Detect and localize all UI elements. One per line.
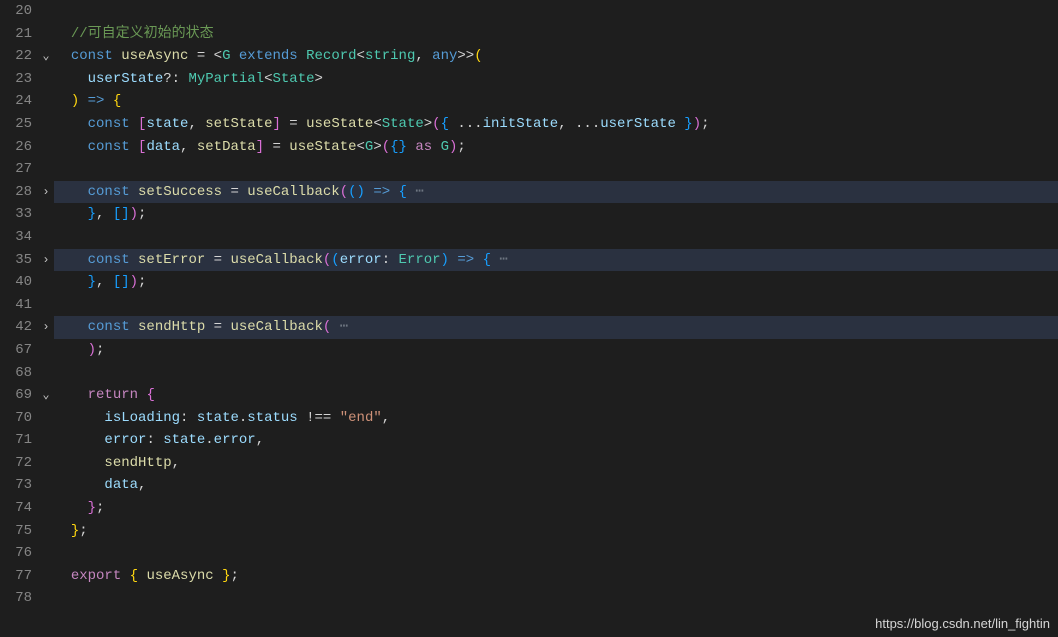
code-content[interactable]: const setError = useCallback((error: Err…: [54, 249, 1058, 272]
line-number: 28: [0, 181, 38, 204]
code-content[interactable]: }, []);: [54, 271, 1058, 294]
code-line[interactable]: 71 error: state.error,: [0, 429, 1058, 452]
line-number: 68: [0, 362, 38, 385]
line-number: 24: [0, 90, 38, 113]
code-content[interactable]: export { useAsync };: [54, 565, 1058, 588]
code-line[interactable]: 42› const sendHttp = useCallback( ⋯: [0, 316, 1058, 339]
code-line[interactable]: 25 const [state, setState] = useState<St…: [0, 113, 1058, 136]
line-number: 76: [0, 542, 38, 565]
line-number: 23: [0, 68, 38, 91]
code-content[interactable]: userState?: MyPartial<State>: [54, 68, 1058, 91]
chevron-down-icon[interactable]: ⌄: [38, 384, 54, 407]
code-content[interactable]: //可自定义初始的状态: [54, 23, 1058, 46]
code-line[interactable]: 78: [0, 587, 1058, 610]
code-content[interactable]: }, []);: [54, 203, 1058, 226]
line-number: 33: [0, 203, 38, 226]
chevron-right-icon[interactable]: ›: [38, 181, 54, 204]
code-line[interactable]: 27: [0, 158, 1058, 181]
code-line[interactable]: 20: [0, 0, 1058, 23]
line-number: 41: [0, 294, 38, 317]
chevron-down-icon[interactable]: ⌄: [38, 45, 54, 68]
chevron-right-icon[interactable]: ›: [38, 249, 54, 272]
code-line[interactable]: 22⌄ const useAsync = <G extends Record<s…: [0, 45, 1058, 68]
watermark-text: https://blog.csdn.net/lin_fightin: [875, 616, 1050, 631]
code-line[interactable]: 68: [0, 362, 1058, 385]
code-line[interactable]: 77 export { useAsync };: [0, 565, 1058, 588]
line-number: 34: [0, 226, 38, 249]
line-number: 78: [0, 587, 38, 610]
code-content[interactable]: };: [54, 520, 1058, 543]
code-content[interactable]: const sendHttp = useCallback( ⋯: [54, 316, 1058, 339]
code-line[interactable]: 28› const setSuccess = useCallback(() =>…: [0, 181, 1058, 204]
code-editor[interactable]: 2021 //可自定义初始的状态22⌄ const useAsync = <G …: [0, 0, 1058, 637]
code-content[interactable]: );: [54, 339, 1058, 362]
line-number: 40: [0, 271, 38, 294]
code-line[interactable]: 41: [0, 294, 1058, 317]
line-number: 69: [0, 384, 38, 407]
line-number: 70: [0, 407, 38, 430]
code-content[interactable]: return {: [54, 384, 1058, 407]
line-number: 26: [0, 136, 38, 159]
line-number: 75: [0, 520, 38, 543]
code-line[interactable]: 70 isLoading: state.status !== "end",: [0, 407, 1058, 430]
code-line[interactable]: 23 userState?: MyPartial<State>: [0, 68, 1058, 91]
line-number: 77: [0, 565, 38, 588]
code-content[interactable]: const setSuccess = useCallback(() => { ⋯: [54, 181, 1058, 204]
code-line[interactable]: 67 );: [0, 339, 1058, 362]
code-line[interactable]: 69⌄ return {: [0, 384, 1058, 407]
code-line[interactable]: 72 sendHttp,: [0, 452, 1058, 475]
line-number: 67: [0, 339, 38, 362]
code-content[interactable]: const [state, setState] = useState<State…: [54, 113, 1058, 136]
code-line[interactable]: 26 const [data, setData] = useState<G>({…: [0, 136, 1058, 159]
code-line[interactable]: 73 data,: [0, 474, 1058, 497]
line-number: 71: [0, 429, 38, 452]
line-number: 21: [0, 23, 38, 46]
line-number: 35: [0, 249, 38, 272]
code-content[interactable]: error: state.error,: [54, 429, 1058, 452]
code-line[interactable]: 21 //可自定义初始的状态: [0, 23, 1058, 46]
line-number: 27: [0, 158, 38, 181]
code-content[interactable]: const useAsync = <G extends Record<strin…: [54, 45, 1058, 68]
code-content[interactable]: };: [54, 497, 1058, 520]
code-line[interactable]: 35› const setError = useCallback((error:…: [0, 249, 1058, 272]
chevron-right-icon[interactable]: ›: [38, 316, 54, 339]
line-number: 42: [0, 316, 38, 339]
code-content[interactable]: data,: [54, 474, 1058, 497]
line-number: 20: [0, 0, 38, 23]
code-line[interactable]: 24 ) => {: [0, 90, 1058, 113]
code-content[interactable]: ) => {: [54, 90, 1058, 113]
code-line[interactable]: 33 }, []);: [0, 203, 1058, 226]
code-line[interactable]: 76: [0, 542, 1058, 565]
code-line[interactable]: 34: [0, 226, 1058, 249]
code-line[interactable]: 40 }, []);: [0, 271, 1058, 294]
line-number: 74: [0, 497, 38, 520]
code-line[interactable]: 74 };: [0, 497, 1058, 520]
code-content[interactable]: isLoading: state.status !== "end",: [54, 407, 1058, 430]
code-content[interactable]: sendHttp,: [54, 452, 1058, 475]
line-number: 72: [0, 452, 38, 475]
line-number: 22: [0, 45, 38, 68]
line-number: 25: [0, 113, 38, 136]
code-line[interactable]: 75 };: [0, 520, 1058, 543]
code-content[interactable]: const [data, setData] = useState<G>({} a…: [54, 136, 1058, 159]
line-number: 73: [0, 474, 38, 497]
